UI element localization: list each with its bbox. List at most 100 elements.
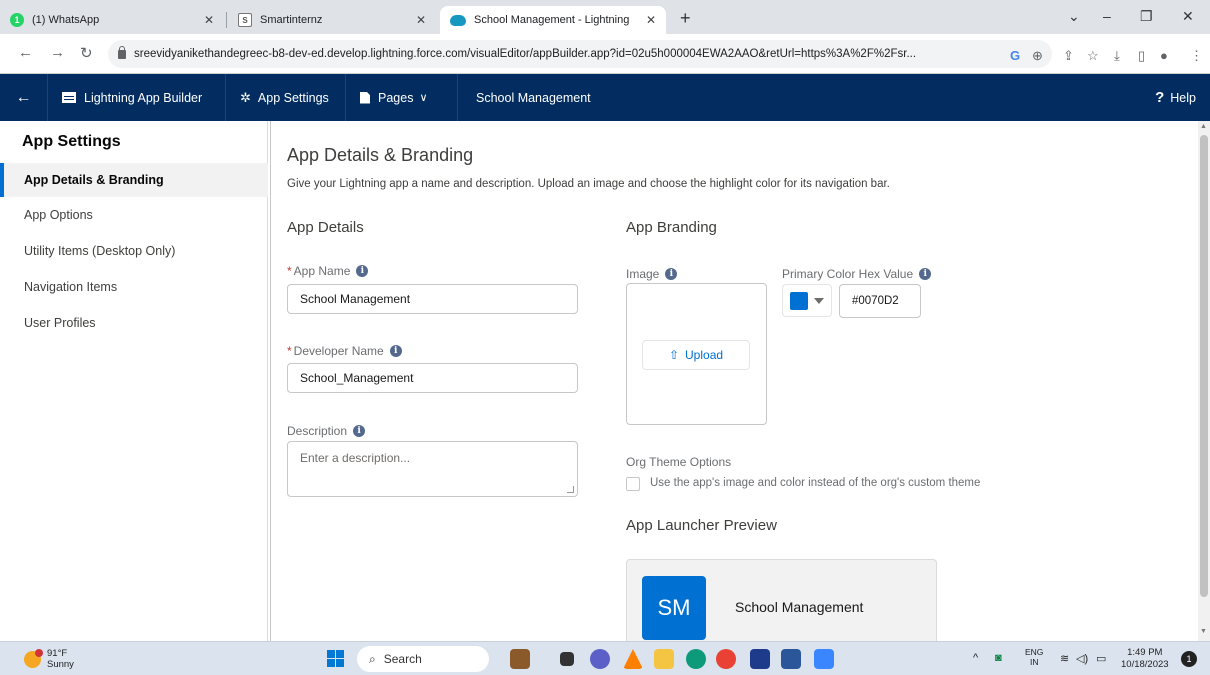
scroll-thumb[interactable]	[1200, 135, 1208, 597]
tab-search-icon[interactable]: ⌄	[1068, 8, 1080, 25]
tab-school-management[interactable]: School Management - Lightning ✕	[440, 6, 666, 34]
tab-whatsapp[interactable]: 1 (1) WhatsApp ✕	[0, 6, 224, 34]
windows-start-icon[interactable]	[327, 650, 344, 667]
download-icon[interactable]: ⤓	[1114, 48, 1120, 64]
lightning-app-builder-button[interactable]: Lightning App Builder	[48, 74, 226, 121]
word-icon[interactable]	[781, 649, 801, 669]
tab-divider	[226, 12, 227, 28]
show-hidden-icons-chevron[interactable]: ^	[973, 652, 978, 664]
vlc-icon[interactable]	[623, 649, 643, 669]
image-dropzone[interactable]: ⇧ Upload	[626, 283, 767, 425]
volume-icon[interactable]: ◁)	[1076, 652, 1088, 665]
back-arrow-icon[interactable]: ←	[0, 74, 48, 121]
info-icon[interactable]: i	[356, 265, 369, 277]
chevron-down-icon: ∨	[419, 92, 428, 104]
back-icon[interactable]: ←	[18, 44, 33, 61]
forward-icon[interactable]: →	[50, 44, 65, 61]
battery-icon[interactable]: ▭	[1096, 652, 1106, 665]
menu-icon[interactable]: ⋮	[1190, 48, 1203, 64]
browser-toolbar: ← → ↻ sreevidyanikethandegreec-b8-dev-ed…	[0, 34, 1210, 74]
app-details-panel: App Details & Branding Give your Lightni…	[270, 121, 1197, 641]
photos-icon[interactable]	[814, 649, 834, 669]
zoom-icon[interactable]: ⊕	[1032, 48, 1043, 64]
notification-badge[interactable]: 1	[1181, 651, 1197, 667]
google-icon[interactable]: G	[1010, 48, 1020, 63]
lang-bottom: IN	[1029, 657, 1039, 667]
close-icon[interactable]: ✕	[416, 13, 426, 27]
hex-color-field[interactable]: #0070D2	[839, 284, 921, 318]
clock-date: 10/18/2023	[1121, 659, 1169, 670]
file-explorer-icon[interactable]	[654, 649, 674, 669]
pages-dropdown[interactable]: Pages ∨	[346, 74, 458, 121]
description-textarea[interactable]: Enter a description...	[287, 441, 578, 497]
close-window-icon[interactable]: ✕	[1182, 8, 1194, 25]
gear-icon: ✲	[240, 89, 251, 105]
page-description: Give your Lightning app a name and descr…	[287, 178, 890, 190]
sidebar-item-user-profiles[interactable]: User Profiles	[0, 306, 268, 340]
app-name-text: School Management	[476, 90, 591, 105]
chrome-icon[interactable]	[716, 649, 736, 669]
new-tab-icon[interactable]: +	[680, 8, 691, 29]
close-icon[interactable]: ✕	[646, 13, 656, 27]
meet-icon[interactable]: ◙	[995, 652, 1002, 664]
vertical-scrollbar[interactable]: ▲ ▼	[1198, 121, 1210, 641]
color-picker-button[interactable]	[782, 284, 832, 317]
pages-label: Pages	[378, 90, 414, 105]
info-icon[interactable]: i	[919, 268, 932, 280]
language-indicator[interactable]: ENG IN	[1025, 647, 1043, 667]
help-icon: ?	[1155, 89, 1165, 106]
store-icon[interactable]	[750, 649, 770, 669]
animal-widget-icon[interactable]	[510, 649, 530, 669]
resize-grip-icon[interactable]	[567, 486, 574, 493]
close-icon[interactable]: ✕	[204, 13, 214, 27]
app-name-label: * App Name i	[287, 264, 369, 278]
browser-tab-strip: 1 (1) WhatsApp ✕ S Smartinternz ✕ School…	[0, 0, 1210, 34]
salesforce-cloud-icon	[450, 14, 466, 26]
org-theme-checkbox[interactable]	[626, 477, 640, 491]
upload-label: Upload	[685, 348, 724, 362]
share-icon[interactable]: ⇪	[1063, 48, 1074, 64]
side-panel-icon[interactable]: ▯	[1138, 48, 1145, 64]
profile-icon[interactable]: ●	[1160, 48, 1168, 63]
sidebar-item-app-details-branding[interactable]: App Details & Branding	[0, 163, 268, 197]
page-title: App Details & Branding	[287, 145, 474, 165]
minimize-icon[interactable]: –	[1103, 8, 1111, 24]
scroll-down-icon[interactable]: ▼	[1200, 628, 1207, 635]
description-label-text: Description	[287, 424, 348, 438]
app-settings-button[interactable]: ✲ App Settings	[226, 74, 346, 121]
bookmark-star-icon[interactable]: ☆	[1087, 48, 1099, 64]
primary-color-label: Primary Color Hex Value i	[782, 267, 932, 281]
sidebar-item-app-options[interactable]: App Options	[0, 198, 268, 232]
app-builder-icon	[62, 92, 76, 103]
wifi-icon[interactable]: ≋	[1060, 652, 1069, 665]
lock-icon	[118, 45, 126, 59]
color-swatch	[790, 291, 808, 310]
taskbar-search[interactable]: ⌕ Search	[357, 646, 489, 672]
tab-smartinternz[interactable]: S Smartinternz ✕	[228, 6, 436, 34]
address-bar[interactable]: sreevidyanikethandegreec-b8-dev-ed.devel…	[108, 40, 1052, 68]
clock[interactable]: 1:49 PM 10/18/2023	[1121, 647, 1169, 671]
description-placeholder: Enter a description...	[300, 451, 411, 465]
upload-button[interactable]: ⇧ Upload	[642, 340, 750, 370]
windows-taskbar: 91°F Sunny ⌕ Search ^ ◙ ENG IN ≋ ◁) ▭ 1:…	[0, 641, 1210, 675]
developer-name-field[interactable]: School_Management	[287, 363, 578, 393]
help-button[interactable]: ? Help	[1155, 74, 1196, 121]
edge-icon[interactable]	[686, 649, 706, 669]
info-icon[interactable]: i	[353, 425, 366, 437]
info-icon[interactable]: i	[665, 268, 678, 280]
chat-icon[interactable]	[590, 649, 610, 669]
restore-icon[interactable]: ❐	[1140, 8, 1153, 25]
reload-icon[interactable]: ↻	[80, 44, 93, 62]
app-details-heading: App Details	[287, 219, 364, 236]
builder-label: Lightning App Builder	[84, 90, 203, 105]
weather-widget[interactable]: 91°F Sunny	[24, 648, 74, 670]
task-view-icon[interactable]	[560, 652, 574, 666]
developer-name-label: * Developer Name i	[287, 344, 402, 358]
info-icon[interactable]: i	[389, 345, 402, 357]
app-branding-heading: App Branding	[626, 219, 717, 236]
scroll-up-icon[interactable]: ▲	[1200, 123, 1207, 130]
help-label: Help	[1170, 90, 1196, 105]
app-name-field[interactable]: School Management	[287, 284, 578, 314]
sidebar-item-utility-items[interactable]: Utility Items (Desktop Only)	[0, 234, 268, 268]
sidebar-item-navigation-items[interactable]: Navigation Items	[0, 270, 268, 304]
